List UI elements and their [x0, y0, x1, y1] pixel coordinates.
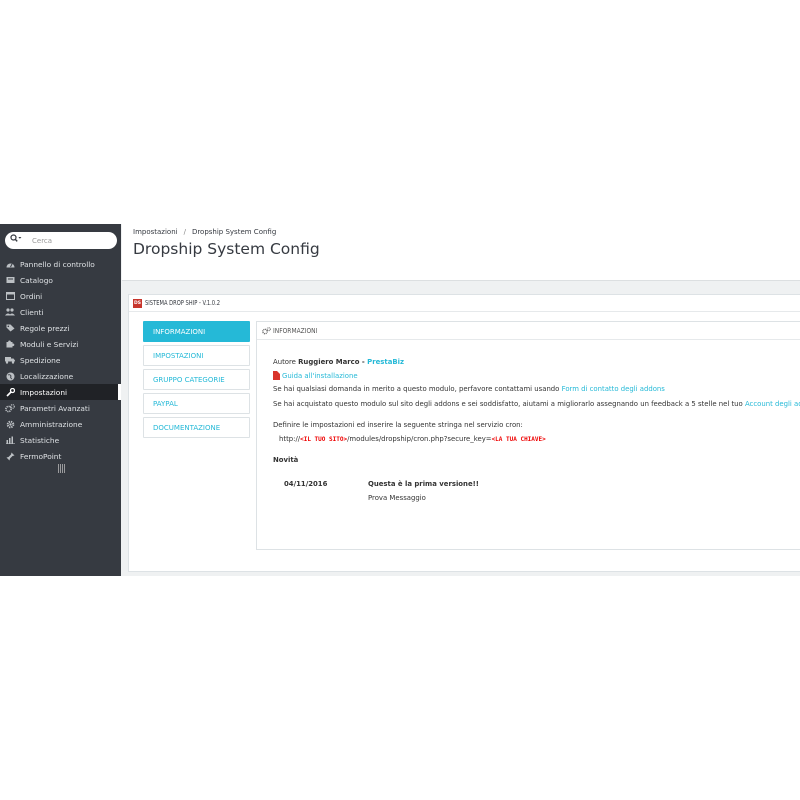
- feedback-line: Se hai acquistato questo modulo sul sito…: [273, 400, 800, 408]
- author-name: Ruggiero Marco: [298, 358, 360, 366]
- sidebar-item-label: Moduli e Servizi: [20, 339, 79, 349]
- sidebar-item-label: Parametri Avanzati: [20, 403, 90, 413]
- search-dropdown-toggle[interactable]: [10, 234, 22, 248]
- app-frame: Pannello di controllo Catalogo Ordini Cl…: [0, 224, 800, 576]
- pin-icon: [5, 452, 15, 461]
- sidebar-item-label: Pannello di controllo: [20, 259, 95, 269]
- contact-text: Se hai qualsiasi domanda in merito a que…: [273, 385, 560, 393]
- addons-account-link[interactable]: Account degli addons: [745, 400, 800, 408]
- contact-line: Se hai qualsiasi domanda in merito a que…: [273, 385, 665, 393]
- search-icon: [10, 234, 22, 242]
- breadcrumb-separator: /: [183, 228, 186, 236]
- info-panel-heading: INFORMAZIONI: [257, 322, 800, 340]
- contact-form-link[interactable]: Form di contatto degli addons: [562, 385, 665, 393]
- cron-intro: Definire le impostazioni ed inserire la …: [273, 421, 523, 429]
- module-logo: DS: [133, 298, 142, 308]
- sidebar-item-orders[interactable]: Ordini: [0, 288, 121, 304]
- sidebar-item-price-rules[interactable]: Regole prezzi: [0, 320, 121, 336]
- sidebar-item-label: Localizzazione: [20, 371, 74, 381]
- dashboard-icon: [5, 260, 15, 268]
- search-input[interactable]: [32, 233, 112, 248]
- author-line: Autore Ruggiero Marco - PrestaBiz: [273, 358, 404, 366]
- tab-informazioni[interactable]: INFORMAZIONI: [143, 321, 250, 342]
- puzzle-icon: [5, 340, 15, 348]
- sidebar-item-settings[interactable]: Impostazioni: [0, 384, 121, 400]
- tab-gruppo-categorie[interactable]: GRUPPO CATEGORIE: [143, 369, 250, 390]
- sidebar-item-stats[interactable]: Statistiche: [0, 432, 121, 448]
- page-title: Dropship System Config: [133, 240, 320, 258]
- author-label: Autore: [273, 358, 296, 366]
- sidebar-item-label: Statistiche: [20, 435, 60, 445]
- breadcrumb-parent[interactable]: Impostazioni: [133, 228, 178, 236]
- breadcrumb-current: Dropship System Config: [191, 228, 277, 236]
- sidebar-item-dashboard[interactable]: Pannello di controllo: [0, 256, 121, 272]
- cron-path: /modules/dropship/cron.php?secure_key=: [347, 435, 492, 443]
- sidebar-item-localization[interactable]: Localizzazione: [0, 368, 121, 384]
- sidebar-item-label: Clienti: [20, 307, 44, 317]
- bar-chart-icon: [5, 436, 15, 444]
- panel-title: SISTEMA DROP SHIP - V.1.0.2: [145, 299, 221, 307]
- sidebar-item-label: Amministrazione: [20, 419, 83, 429]
- gear-icon: [5, 420, 15, 429]
- news-title: Novità: [273, 456, 299, 464]
- truck-icon: [5, 356, 15, 364]
- sidebar-item-label: Catalogo: [20, 275, 53, 285]
- info-panel-title: INFORMAZIONI: [273, 326, 318, 335]
- globe-icon: [5, 372, 15, 381]
- sidebar-nav: Pannello di controllo Catalogo Ordini Cl…: [0, 224, 121, 576]
- tab-impostazioni[interactable]: IMPOSTAZIONI: [143, 345, 250, 366]
- news-headline: Questa è la prima versione!!: [368, 480, 479, 488]
- search-box: [5, 232, 117, 249]
- cron-url: http://<IL TUO SITO>/modules/dropship/cr…: [279, 435, 546, 443]
- author-company-link[interactable]: PrestaBiz: [367, 358, 404, 366]
- sidebar-item-label: FermoPoint: [20, 451, 62, 461]
- sidebar-item-administration[interactable]: Amministrazione: [0, 416, 121, 432]
- sidebar-item-shipping[interactable]: Spedizione: [0, 352, 121, 368]
- news-date: 04/11/2016: [284, 480, 328, 488]
- catalog-icon: [5, 276, 15, 284]
- breadcrumb: Impostazioni / Dropship System Config: [133, 228, 276, 236]
- sidebar-item-label: Ordini: [20, 291, 43, 301]
- tab-documentazione[interactable]: DOCUMENTAZIONE: [143, 417, 250, 438]
- wrench-icon: [5, 387, 15, 397]
- module-config-panel: DS SISTEMA DROP SHIP - V.1.0.2 INFORMAZI…: [128, 294, 800, 572]
- orders-icon: [5, 292, 15, 300]
- cogs-icon: [5, 403, 15, 413]
- sidebar-item-label: Spedizione: [20, 355, 61, 365]
- sidebar-item-label: Impostazioni: [20, 387, 68, 397]
- info-panel: INFORMAZIONI Autore Ruggiero Marco - Pre…: [256, 321, 800, 550]
- sidebar-item-label: Regole prezzi: [20, 323, 70, 333]
- cron-site-placeholder: <IL TUO SITO>: [300, 436, 348, 443]
- panel-heading: DS SISTEMA DROP SHIP - V.1.0.2: [129, 295, 800, 312]
- sidebar-item-modules[interactable]: Moduli e Servizi: [0, 336, 121, 352]
- installation-guide-link[interactable]: Guida all'installazione: [282, 372, 358, 380]
- page-header: Impostazioni / Dropship System Config Drop…: [122, 224, 800, 281]
- sidebar-item-customers[interactable]: Clienti: [0, 304, 121, 320]
- feedback-text: Se hai acquistato questo modulo sul sito…: [273, 400, 743, 408]
- news-message: Prova Messaggio: [368, 494, 426, 502]
- sidebar-item-catalog[interactable]: Catalogo: [0, 272, 121, 288]
- sidebar-collapse-handle[interactable]: ||||: [57, 464, 66, 474]
- cron-key-placeholder: <LA TUA CHIAVE>: [491, 436, 546, 443]
- sidebar-item-advanced-params[interactable]: Parametri Avanzati: [0, 400, 121, 416]
- sidebar-item-fermopoint[interactable]: FermoPoint: [0, 448, 121, 464]
- cogs-icon: [262, 326, 271, 334]
- guide-line: Guida all'installazione: [273, 371, 358, 380]
- tab-paypal[interactable]: PAYPAL: [143, 393, 250, 414]
- tags-icon: [5, 324, 15, 332]
- pdf-icon: [273, 371, 280, 380]
- customers-icon: [5, 308, 15, 316]
- cron-prefix: http://: [279, 435, 301, 443]
